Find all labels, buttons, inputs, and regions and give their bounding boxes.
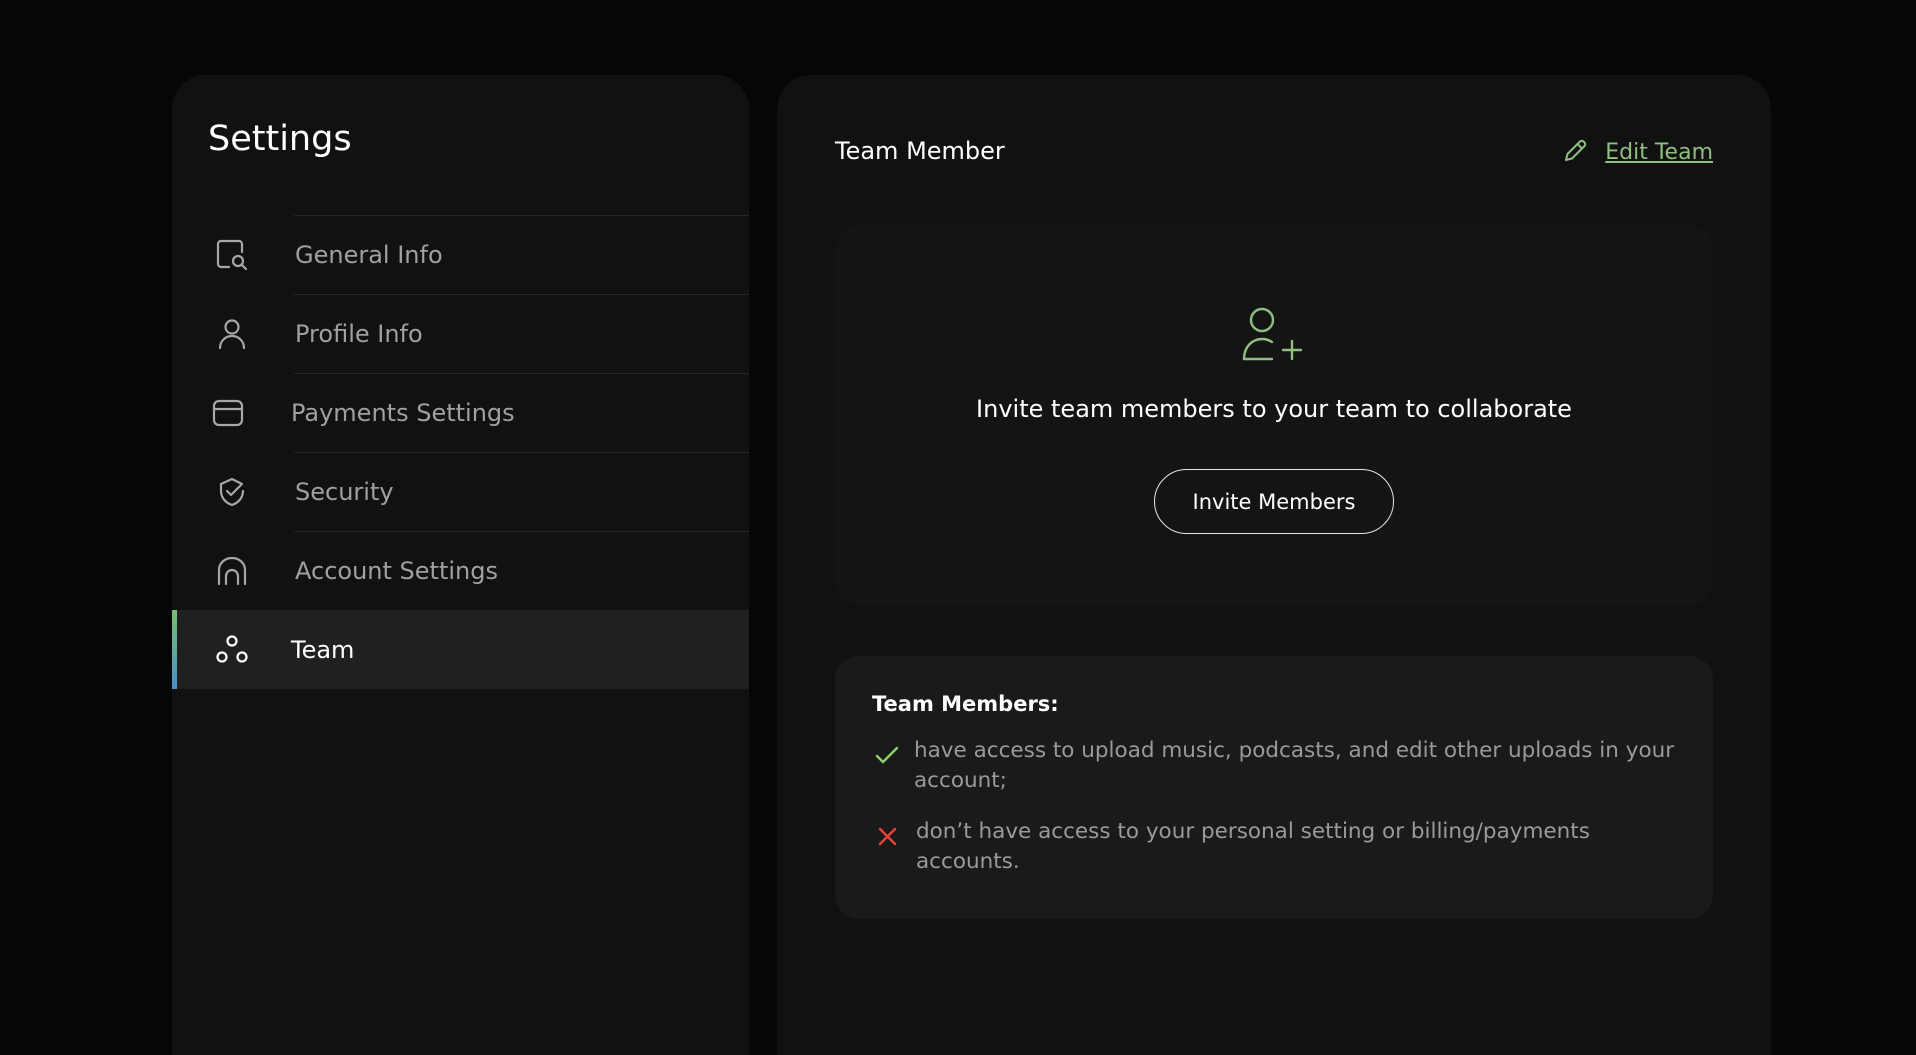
invite-members-button[interactable]: Invite Members [1154, 469, 1394, 534]
team-members-info-card: Team Members: have access to upload musi… [835, 656, 1713, 919]
sidebar-item-security[interactable]: Security [172, 452, 749, 531]
sidebar-item-payments-settings[interactable]: Payments Settings [172, 373, 749, 452]
invite-card: Invite team members to your team to coll… [835, 225, 1713, 605]
allowed-permission: have access to upload music, podcasts, a… [872, 736, 1682, 796]
team-icon [214, 632, 250, 668]
user-icon [214, 316, 250, 352]
close-icon [872, 821, 906, 855]
settings-sidebar: Settings General Info Profile Info Payme… [172, 75, 749, 1055]
invite-message: Invite team members to your team to coll… [976, 395, 1572, 423]
members-title: Team Members: [872, 692, 1059, 716]
search-document-icon [214, 237, 250, 273]
sidebar-item-general-info[interactable]: General Info [172, 215, 749, 294]
team-panel: Team Member Edit Team Invite team member… [777, 75, 1771, 1055]
sidebar-item-label: Profile Info [295, 319, 423, 348]
sidebar-item-label: General Info [295, 240, 443, 269]
denied-permission-text: don’t have access to your personal setti… [916, 819, 1590, 874]
denied-permission: don’t have access to your personal setti… [872, 817, 1682, 877]
add-user-icon [1240, 305, 1308, 363]
sidebar-item-profile-info[interactable]: Profile Info [172, 294, 749, 373]
pencil-icon [1561, 135, 1591, 169]
sidebar-item-team[interactable]: Team [172, 610, 749, 689]
home-icon [214, 553, 250, 589]
edit-team-link[interactable]: Edit Team [1561, 135, 1713, 169]
settings-nav: General Info Profile Info Payments Setti… [172, 215, 749, 689]
sidebar-item-label: Account Settings [295, 556, 498, 585]
check-icon [872, 740, 906, 774]
edit-team-label[interactable]: Edit Team [1605, 140, 1713, 165]
sidebar-item-label: Team [291, 635, 355, 664]
allowed-permission-text: have access to upload music, podcasts, a… [914, 738, 1675, 793]
sidebar-item-account-settings[interactable]: Account Settings [172, 531, 749, 610]
sidebar-item-label: Security [295, 477, 394, 506]
sidebar-item-label: Payments Settings [291, 398, 515, 427]
page-title: Team Member [835, 137, 1005, 165]
shield-check-icon [214, 474, 250, 510]
sidebar-title: Settings [208, 119, 352, 159]
card-icon [210, 395, 246, 431]
